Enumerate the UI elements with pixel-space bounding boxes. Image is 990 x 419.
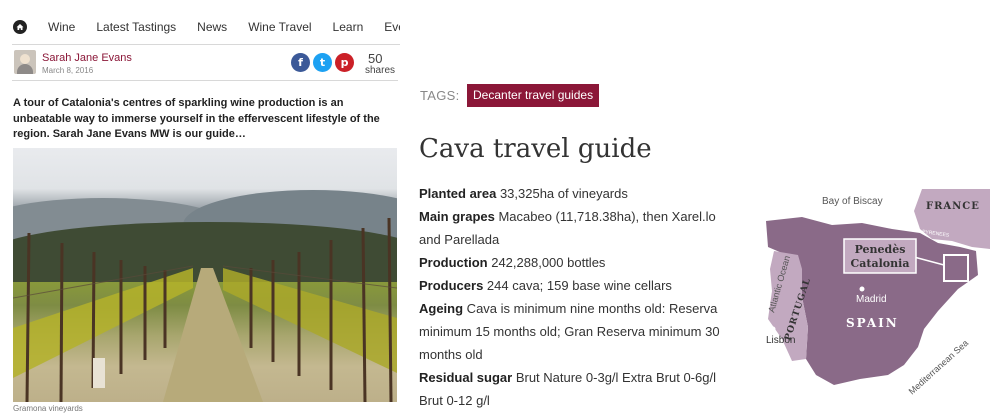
fact-production: Production 242,288,000 bottles <box>419 255 606 270</box>
share-count: 50 <box>368 51 383 66</box>
nav-item-news[interactable]: News <box>197 20 227 34</box>
nav-item-wine[interactable]: Wine <box>48 20 75 34</box>
guide-facts: Planted area 33,325ha of vineyards Main … <box>419 182 741 412</box>
tag-decanter-travel-guides[interactable]: Decanter travel guides <box>467 84 600 107</box>
fact-ageing: Ageing Cava is minimum nine months old: … <box>419 301 720 362</box>
facebook-share-icon[interactable]: f <box>291 53 310 72</box>
top-nav: Wine Latest Tastings News Wine Travel Le… <box>0 0 400 48</box>
map-label-bay: Bay of Biscay <box>822 196 883 207</box>
spain-map: Bay of Biscay FRANCE PYRENEES Penedès Ca… <box>762 189 990 411</box>
guide-title: Cava travel guide <box>419 134 652 164</box>
map-label-france: FRANCE <box>926 201 980 212</box>
share-label: shares <box>365 65 396 76</box>
map-label-spain: SPAIN <box>846 316 899 330</box>
author-avatar[interactable] <box>14 50 36 74</box>
map-label-lisbon: Lisbon <box>766 335 795 346</box>
author-name[interactable]: Sarah Jane Evans <box>42 52 132 64</box>
fact-residual-sugar: Residual sugar Brut Nature 0-3g/l Extra … <box>419 370 716 408</box>
publish-date: March 8, 2016 <box>42 66 94 75</box>
nav-item-learn[interactable]: Learn <box>333 20 364 34</box>
author-row: Sarah Jane Evans March 8, 2016 f t p 50 … <box>14 50 398 80</box>
fact-producers: Producers 244 cava; 159 base wine cellar… <box>419 278 672 293</box>
map-label-region-1: Penedès <box>855 243 906 256</box>
vine-rows <box>13 217 397 402</box>
nav-item-latest-tastings[interactable]: Latest Tastings <box>96 20 176 34</box>
fact-main-grapes: Main grapes Macabeo (11,718.38ha), then … <box>419 209 716 247</box>
home-icon[interactable] <box>13 20 27 34</box>
nav-menu: Wine Latest Tastings News Wine Travel Le… <box>48 20 400 34</box>
article-intro: A tour of Catalonia's centres of sparkli… <box>13 97 380 141</box>
photo-caption: Gramona vineyards <box>13 404 83 413</box>
fact-planted-area: Planted area 33,325ha of vineyards <box>419 186 628 201</box>
tags-label: TAGS: <box>420 88 460 103</box>
vineyard-photo <box>13 148 397 402</box>
map-label-region-2: Catalonia <box>851 257 910 270</box>
author-divider <box>12 80 398 81</box>
nav-item-wine-travel[interactable]: Wine Travel <box>248 20 311 34</box>
pinterest-share-icon[interactable]: p <box>335 53 354 72</box>
nav-item-events[interactable]: Events <box>384 20 400 34</box>
map-label-madrid: Madrid <box>856 294 887 305</box>
twitter-share-icon[interactable]: t <box>313 53 332 72</box>
nav-divider <box>12 44 400 45</box>
